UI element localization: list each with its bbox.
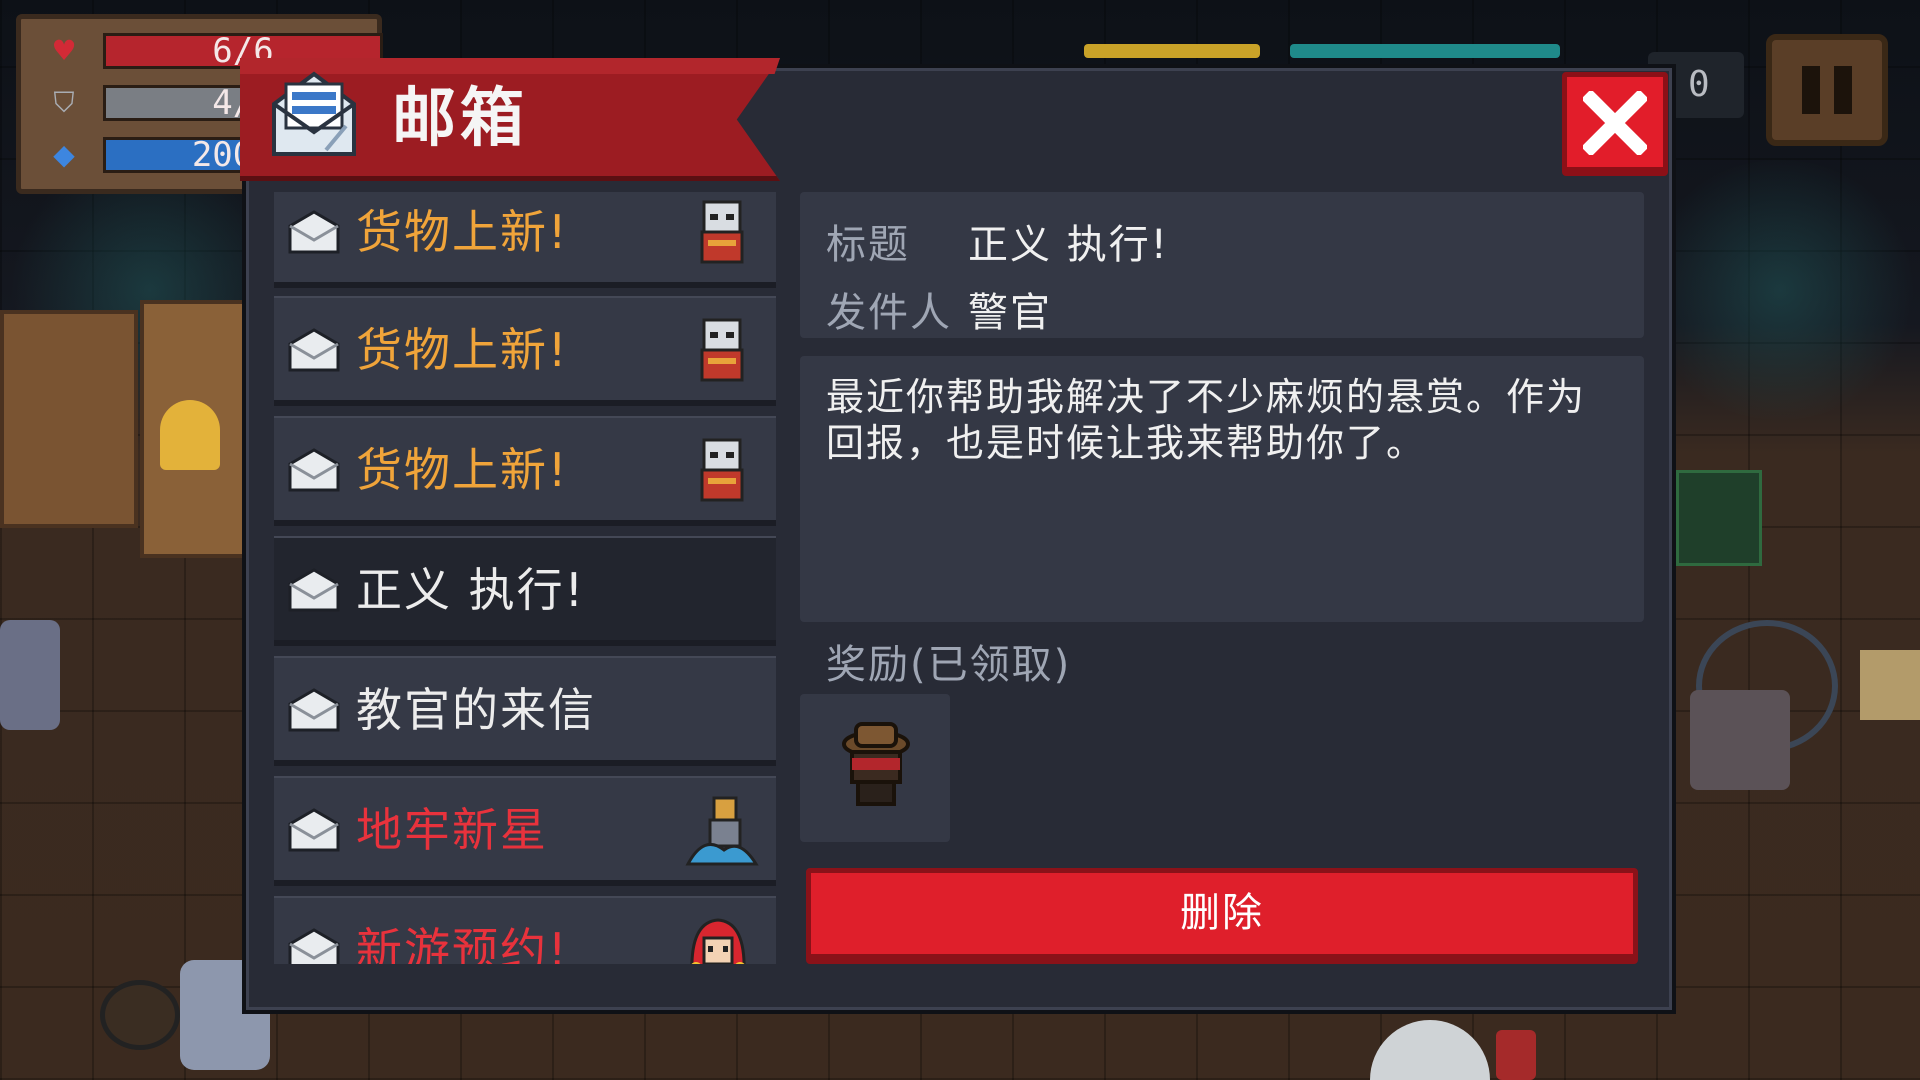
- ambient-glow: [1640, 160, 1920, 420]
- mail-item-label: 正义 执行!: [356, 563, 586, 617]
- creature-sprite: [0, 620, 60, 730]
- mail-list[interactable]: 货物上新! 货物上新! 货物上新! 正义 执行! 教官的来信 地牢新星 新游预约…: [274, 192, 776, 964]
- mail-item-label: 教官的来信: [356, 683, 596, 737]
- mail-list-item[interactable]: 货物上新!: [274, 296, 776, 406]
- opened-envelope-icon: [288, 448, 340, 492]
- hieroglyph-wall-panel: [0, 310, 138, 528]
- diamond-icon: ◆: [53, 138, 75, 171]
- pharaoh-mask-icon: [160, 400, 220, 470]
- sender-label: 发件人: [826, 290, 952, 336]
- mail-body-text: 最近你帮助我解决了不少麻烦的悬赏。作为回报，也是时候让我来帮助你了。: [826, 375, 1587, 465]
- mail-item-label: 货物上新!: [356, 443, 569, 497]
- mail-list-item[interactable]: 教官的来信: [274, 656, 776, 766]
- opened-envelope-icon: [288, 808, 340, 852]
- opened-envelope-icon: [288, 688, 340, 732]
- mail-list-item[interactable]: 货物上新!: [274, 416, 776, 526]
- buff-bar-yellow: [1084, 44, 1260, 58]
- mail-list-item[interactable]: 新游预约!: [274, 896, 776, 964]
- mail-list-item-selected[interactable]: 正义 执行!: [274, 536, 776, 646]
- opened-envelope-icon: [288, 328, 340, 372]
- close-icon: [1583, 91, 1647, 155]
- knight-statue-avatar-icon: [684, 794, 760, 866]
- mail-header-panel: 标题 正义 执行! 发件人 警官: [800, 192, 1644, 338]
- page-title: 邮箱: [392, 82, 528, 156]
- subject-label: 标题: [826, 222, 910, 268]
- mail-item-label: 地牢新星: [356, 803, 548, 857]
- merchant-avatar-icon: [694, 434, 750, 506]
- close-button[interactable]: [1562, 72, 1668, 176]
- mail-envelope-icon: [266, 66, 362, 160]
- sender-value: 警官: [968, 290, 1052, 336]
- merchant-avatar-icon: [694, 196, 750, 268]
- mail-item-label: 新游预约!: [356, 923, 569, 964]
- barrel-sprite: [100, 980, 180, 1050]
- red-hair-girl-avatar-icon: [686, 914, 750, 964]
- delete-button[interactable]: 删除: [806, 868, 1638, 964]
- green-screen-terminal: [1676, 470, 1762, 566]
- wall-sign: [1860, 650, 1920, 720]
- pause-button[interactable]: [1766, 34, 1888, 146]
- cowboy-hat-skin-icon: [842, 722, 910, 806]
- pause-icon: [1802, 66, 1820, 114]
- reward-item-slot: [800, 694, 950, 842]
- mail-list-item[interactable]: 货物上新!: [274, 192, 776, 288]
- mail-body-panel: 最近你帮助我解决了不少麻烦的悬赏。作为回报，也是时候让我来帮助你了。: [800, 356, 1644, 622]
- round-object-sprite: [1370, 1020, 1490, 1080]
- reward-label: 奖励(已领取): [826, 642, 1072, 688]
- shield-icon: ⛉: [53, 86, 75, 119]
- merchant-avatar-icon: [694, 314, 750, 386]
- subject-value: 正义 执行!: [968, 222, 1169, 268]
- heart-icon: ♥: [51, 34, 77, 67]
- pause-icon-bar: [1834, 66, 1852, 114]
- player-character-sprite: [1690, 690, 1790, 790]
- mail-list-item[interactable]: 地牢新星: [274, 776, 776, 886]
- opened-envelope-icon: [288, 210, 340, 254]
- potion-bottle-icon: [1496, 1030, 1536, 1080]
- opened-envelope-icon: [288, 928, 340, 964]
- opened-envelope-icon: [288, 568, 340, 612]
- buff-bar-teal: [1290, 44, 1560, 58]
- mail-item-label: 货物上新!: [356, 323, 569, 377]
- mail-item-label: 货物上新!: [356, 205, 569, 259]
